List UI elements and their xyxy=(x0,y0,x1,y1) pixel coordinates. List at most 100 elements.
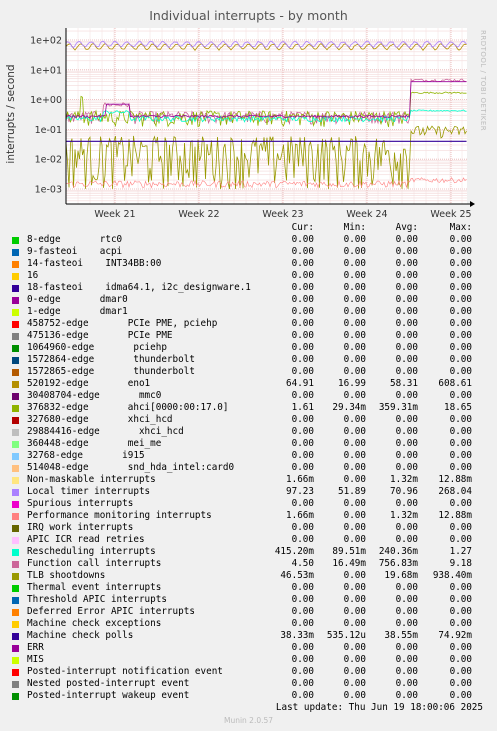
legend-min-value: 0.00 xyxy=(343,654,366,665)
legend-max-value: 0.00 xyxy=(449,654,472,665)
legend-series-name: Posted-interrupt wakeup event xyxy=(27,690,190,701)
legend-min-value: 0.00 xyxy=(343,462,366,473)
legend-cur-value: 0.00 xyxy=(291,318,314,329)
legend-row: 327680-edge xhci_hcd 0.00 0.00 0.00 0.00 xyxy=(0,414,497,426)
legend-swatch xyxy=(12,620,19,628)
y-tick-label: 1e-03 xyxy=(35,185,62,196)
munin-version: Munin 2.0.57 xyxy=(223,716,274,725)
legend-cur-value: 0.00 xyxy=(291,498,314,509)
legend-avg-value: 70.96 xyxy=(390,486,418,497)
legend-row: Nested posted-interrupt event 0.00 0.00 0.0… xyxy=(0,678,497,690)
x-tick-label: Week 21 xyxy=(94,209,135,220)
legend-cur-value: 0.00 xyxy=(291,582,314,593)
legend-min-value: 0.00 xyxy=(343,282,366,293)
legend-row: 1572865-edge thunderbolt 0.00 0.00 0.00 0.00 xyxy=(0,366,497,378)
legend-max-value: 18.65 xyxy=(444,402,472,413)
legend-max-value: 0.00 xyxy=(449,390,472,401)
legend-cur-value: 0.00 xyxy=(291,342,314,353)
legend-series-name: Non-maskable interrupts xyxy=(27,474,156,485)
legend-swatch xyxy=(12,284,19,292)
legend-series-name: Nested posted-interrupt event xyxy=(27,678,190,689)
legend-cur-value: 0.00 xyxy=(291,390,314,401)
legend-row: Deferred Error APIC interrupts 0.00 0.00 0.… xyxy=(0,606,497,618)
y-tick-labels: 1e-03 1e-02 1e-01 1e+00 1e+01 1e+02 xyxy=(30,36,62,196)
legend-swatch xyxy=(12,512,19,520)
legend-series-name: 9-fasteoi acpi xyxy=(27,246,123,257)
legend-row: Local timer interrupts 97.23 51.89 70.96 268… xyxy=(0,486,497,498)
legend-min-value: 0.00 xyxy=(343,450,366,461)
y-tick-label: 1e+00 xyxy=(30,95,62,106)
legend-swatch xyxy=(12,392,19,400)
legend-avg-value: 0.00 xyxy=(395,366,418,377)
legend-avg-value: 0.00 xyxy=(395,450,418,461)
legend-row: Performance monitoring interrupts 1.66m 0.… xyxy=(0,510,497,522)
legend-swatch xyxy=(12,644,19,652)
legend-swatch xyxy=(12,524,19,532)
legend-max-value: 9.18 xyxy=(449,558,472,569)
legend-min-value: 0.00 xyxy=(343,642,366,653)
legend-swatch xyxy=(12,236,19,244)
legend-row: Spurious interrupts 0.00 0.00 0.00 0.00 xyxy=(0,498,497,510)
legend-min-value: 535.12u xyxy=(326,630,366,641)
legend-max-value: 0.00 xyxy=(449,582,472,593)
legend-avg-value: 58.31 xyxy=(390,378,418,389)
legend-avg-value: 0.00 xyxy=(395,318,418,329)
legend-avg-value: 0.00 xyxy=(395,270,418,281)
legend-series-name: 1-edge dmar1 xyxy=(27,306,128,317)
legend-row: 475136-edge PCIe PME 0.00 0.00 0.00 0.00 xyxy=(0,330,497,342)
legend-swatch xyxy=(12,272,19,280)
legend-cur-value: 38.33m xyxy=(280,630,314,641)
legend-max-value: 0.00 xyxy=(449,270,472,281)
legend-series-name: 475136-edge PCIe PME xyxy=(27,330,173,341)
legend-avg-value: 0.00 xyxy=(395,438,418,449)
legend-cur-value: 415.20m xyxy=(274,546,314,557)
legend-avg-value: 0.00 xyxy=(395,234,418,245)
legend-cur-value: 64.91 xyxy=(286,378,314,389)
legend-series-name: Spurious interrupts xyxy=(27,498,134,509)
legend-cur-value: 0.00 xyxy=(291,534,314,545)
legend-cur-value: 97.23 xyxy=(286,486,314,497)
legend-avg-value: 0.00 xyxy=(395,354,418,365)
legend-series-name: Threshold APIC interrupts xyxy=(27,594,167,605)
legend-max-value: 0.00 xyxy=(449,462,472,473)
legend-max-value: 0.00 xyxy=(449,246,472,257)
legend-series-name: Rescheduling interrupts xyxy=(27,546,156,557)
legend-max-value: 12.88m xyxy=(438,510,472,521)
legend-swatch xyxy=(12,584,19,592)
legend-cur-value: 1.66m xyxy=(286,474,314,485)
legend-min-value: 0.00 xyxy=(343,414,366,425)
legend-max-value: 0.00 xyxy=(449,534,472,545)
legend-row: Rescheduling interrupts 415.20m 89.51m 240.… xyxy=(0,546,497,558)
legend-swatch xyxy=(12,536,19,544)
legend-avg-value: 0.00 xyxy=(395,342,418,353)
legend-swatch xyxy=(12,356,19,364)
legend-series-name: 32768-edge i915 xyxy=(27,450,145,461)
y-tick-label: 1e-01 xyxy=(35,125,62,136)
legend-max-value: 938.40m xyxy=(432,570,472,581)
legend-series-name: 30408704-edge mmc0 xyxy=(27,390,162,401)
legend-swatch xyxy=(12,608,19,616)
legend-min-value: 0.00 xyxy=(343,570,366,581)
legend-min-value: 0.00 xyxy=(343,426,366,437)
x-tick-label: Week 23 xyxy=(262,209,303,220)
legend-max-value: 0.00 xyxy=(449,294,472,305)
legend-cur-value: 0.00 xyxy=(291,258,314,269)
legend-max-value: 0.00 xyxy=(449,282,472,293)
legend-swatch xyxy=(12,344,19,352)
legend-avg-value: 0.00 xyxy=(395,654,418,665)
x-axis-arrow xyxy=(470,201,475,207)
legend-swatch xyxy=(12,596,19,604)
legend-avg-value: 240.36m xyxy=(378,546,418,557)
legend-series-name: Thermal event interrupts xyxy=(27,582,162,593)
legend-swatch xyxy=(12,416,19,424)
legend-max-value: 0.00 xyxy=(449,330,472,341)
legend-series-name: 520192-edge eno1 xyxy=(27,378,151,389)
legend-avg-value: 0.00 xyxy=(395,282,418,293)
legend-row: 32768-edge i915 0.00 0.00 0.00 0.00 xyxy=(0,450,497,462)
legend-cur-value: 0.00 xyxy=(291,306,314,317)
legend-max-value: 0.00 xyxy=(449,354,472,365)
legend-series-name: MIS xyxy=(27,654,44,665)
legend-cur-value: 0.00 xyxy=(291,270,314,281)
legend-max-value: 0.00 xyxy=(449,594,472,605)
last-update: Last update: Thu Jun 19 18:00:06 2025 xyxy=(275,702,483,713)
